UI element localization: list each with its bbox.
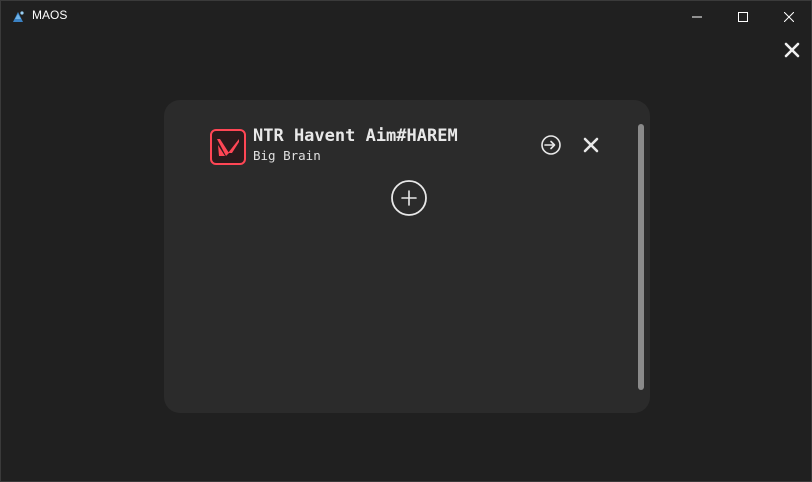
add-account-button[interactable] <box>390 179 428 221</box>
close-icon <box>784 42 800 62</box>
title-bar[interactable]: MAOS <box>1 1 811 31</box>
account-name: NTR Havent Aim#HAREM <box>253 126 458 146</box>
close-icon <box>783 7 795 26</box>
accounts-panel: NTR Havent Aim#HAREM Big Brain <box>164 100 650 413</box>
account-item: NTR Havent Aim#HAREM Big Brain <box>210 126 610 165</box>
scrollbar[interactable] <box>638 124 644 390</box>
window-title: MAOS <box>32 8 68 22</box>
valorant-logo-icon <box>210 129 246 165</box>
plus-circle-icon <box>390 179 428 221</box>
login-button[interactable] <box>539 135 563 159</box>
account-rank: Big Brain <box>253 148 321 163</box>
login-icon <box>540 134 562 160</box>
minimize-icon <box>692 7 702 26</box>
app-close-button[interactable] <box>781 41 803 63</box>
scrollbar-thumb[interactable] <box>638 124 644 390</box>
window-close-button[interactable] <box>766 1 812 31</box>
maximize-button[interactable] <box>720 1 766 31</box>
app-icon <box>11 9 25 23</box>
minimize-button[interactable] <box>674 1 720 31</box>
close-icon <box>583 137 599 157</box>
remove-account-button[interactable] <box>580 136 602 158</box>
maximize-icon <box>738 7 748 26</box>
app-window: MAOS NTR Havent Aim#HAREM Big Brain <box>0 0 812 482</box>
